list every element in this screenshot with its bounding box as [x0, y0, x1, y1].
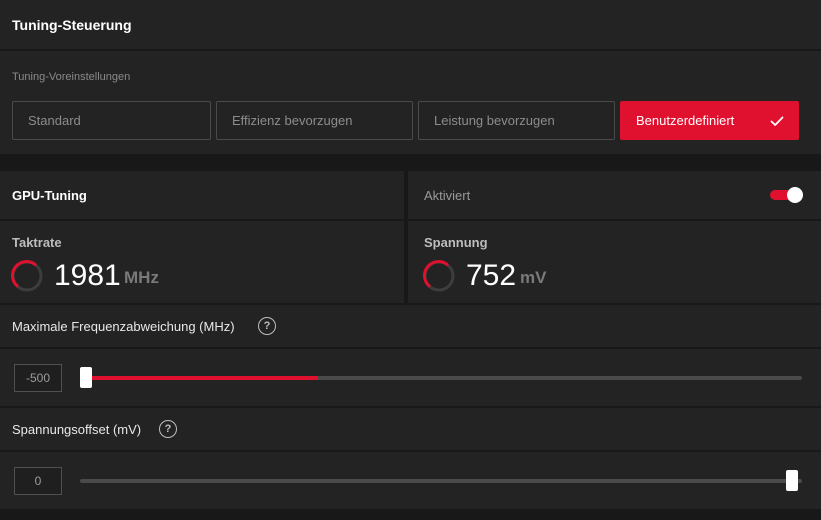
preset-label: Effizienz bevorzugen [232, 113, 353, 128]
page-title: Tuning-Steuerung [12, 17, 132, 33]
preset-performance-button[interactable]: Leistung bevorzugen [418, 101, 615, 140]
frequency-deviation-title: Maximale Frequenzabweichung (MHz) [12, 319, 235, 334]
frequency-deviation-control: -500 [0, 349, 821, 406]
preset-standard-button[interactable]: Standard [12, 101, 211, 140]
voltage-value: 752 [466, 259, 517, 292]
voltage-offset-title: Spannungsoffset (mV) [12, 422, 142, 437]
preset-custom-button[interactable]: Benutzerdefiniert [620, 101, 799, 140]
tuning-control-header: Tuning-Steuerung [0, 0, 821, 49]
gpu-tuning-status-label: Aktiviert [424, 188, 471, 203]
gpu-tuning-header: GPU-Tuning [0, 171, 404, 219]
toggle-knob [787, 187, 803, 203]
gpu-tuning-toggle[interactable] [770, 186, 804, 204]
voltage-offset-header: Spannungsoffset (mV) ? [0, 408, 821, 450]
clock-rate-label: Taktrate [12, 235, 62, 250]
voltage-offset-control: 0 [0, 452, 821, 509]
gauge-arc-icon [422, 260, 455, 292]
preset-efficiency-button[interactable]: Effizienz bevorzugen [216, 101, 413, 140]
voltage-slider-track[interactable] [80, 479, 802, 483]
clock-rate-value: 1981 [54, 259, 121, 292]
gpu-tuning-status: Aktiviert [408, 171, 821, 219]
frequency-deviation-input[interactable]: -500 [14, 364, 62, 392]
presets-label: Tuning-Voreinstellungen [12, 71, 131, 83]
preset-label: Standard [28, 113, 81, 128]
preset-label: Leistung bevorzugen [434, 113, 555, 128]
frequency-slider-highlight [80, 376, 318, 380]
voltage-offset-input[interactable]: 0 [14, 467, 62, 495]
gpu-tuning-title: GPU-Tuning [12, 188, 87, 203]
voltage-slider-thumb[interactable] [786, 470, 798, 491]
gauge-arc-icon [10, 260, 43, 292]
clock-rate-stat: Taktrate 1981 MHz [0, 221, 404, 303]
preset-label: Benutzerdefiniert [636, 113, 735, 128]
check-icon [770, 116, 784, 126]
frequency-deviation-header: Maximale Frequenzabweichung (MHz) ? [0, 305, 821, 347]
voltage-unit: mV [520, 268, 547, 287]
voltage-label: Spannung [424, 235, 488, 250]
voltage-stat: Spannung 752 mV [408, 221, 821, 303]
tuning-presets-panel: Tuning-Voreinstellungen Standard Effizie… [0, 51, 821, 154]
frequency-slider-thumb[interactable] [80, 367, 92, 388]
help-circle-icon[interactable]: ? [159, 420, 177, 438]
help-circle-icon[interactable]: ? [258, 317, 276, 335]
clock-rate-unit: MHz [124, 268, 159, 287]
